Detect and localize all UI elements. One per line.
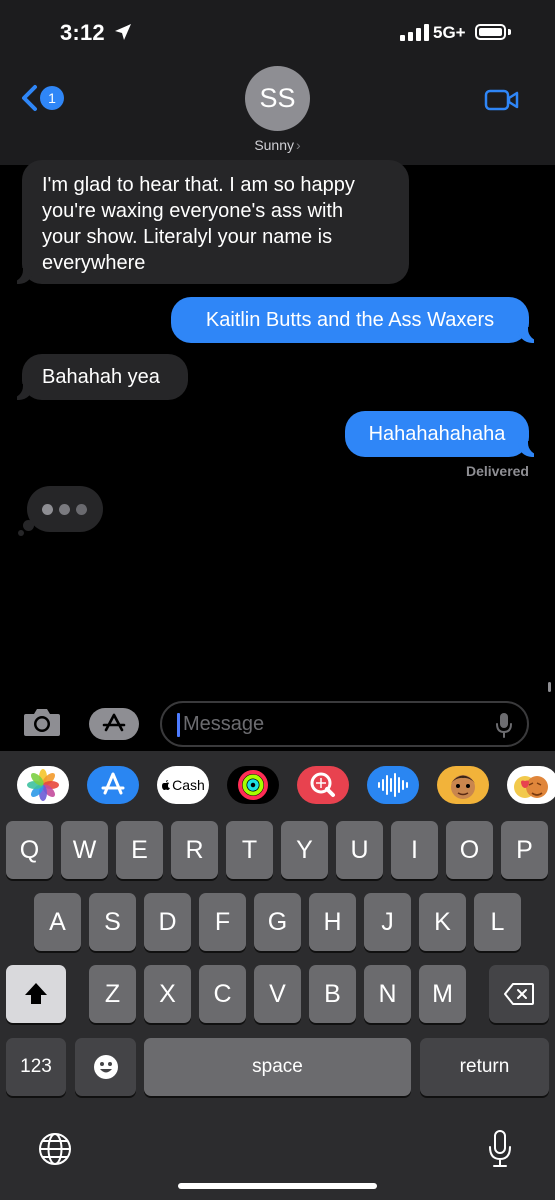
message-text: Hahahahahaha — [368, 423, 506, 445]
apple-logo-icon — [162, 780, 171, 790]
key-s[interactable]: S — [89, 893, 136, 951]
message-bubble-outgoing[interactable]: Hahahahahaha — [345, 411, 540, 457]
delete-icon — [504, 983, 534, 1005]
key-b[interactable]: B — [309, 965, 356, 1023]
status-bar: 3:12 5G+ — [0, 0, 555, 62]
apple-cash-app-icon[interactable]: Cash — [157, 766, 209, 804]
key-p[interactable]: P — [501, 821, 548, 879]
emoji-key[interactable] — [75, 1038, 136, 1096]
memoji-app-icon[interactable] — [437, 766, 489, 804]
avatar[interactable]: SS — [245, 66, 310, 131]
message-text: Bahahah yea — [42, 366, 160, 388]
message-placeholder: Message — [183, 713, 265, 735]
key-g[interactable]: G — [254, 893, 301, 951]
scroll-indicator — [548, 682, 551, 692]
contact-name[interactable]: Sunny › — [0, 137, 555, 153]
conversation-header: 1 SS Sunny › — [0, 62, 555, 165]
memoji-stickers-icon — [514, 776, 548, 798]
message-bubble-incoming[interactable]: Bahahah yea — [11, 354, 188, 400]
image-search-icon — [310, 772, 335, 797]
key-r[interactable]: R — [171, 821, 218, 879]
message-text: Kaitlin Butts and the Ass Waxers — [205, 309, 495, 331]
key-c[interactable]: C — [199, 965, 246, 1023]
audio-waveform-icon — [378, 773, 408, 797]
shift-icon — [25, 983, 47, 1004]
memoji-icon — [451, 775, 475, 799]
key-o[interactable]: O — [446, 821, 493, 879]
key-m[interactable]: M — [419, 965, 466, 1023]
audio-message-app-icon[interactable] — [367, 766, 419, 804]
unread-badge: 1 — [40, 86, 64, 110]
key-u[interactable]: U — [336, 821, 383, 879]
keyboard: Cash Q W E R T Y U I O P A S D F G H J K… — [0, 751, 555, 1200]
network-type: 5G+ — [433, 23, 466, 42]
key-a[interactable]: A — [34, 893, 81, 951]
key-d[interactable]: D — [144, 893, 191, 951]
key-e[interactable]: E — [116, 821, 163, 879]
app-store-icon — [101, 772, 125, 795]
activity-rings-icon — [238, 770, 268, 800]
location-arrow-icon — [115, 24, 131, 40]
battery-icon — [475, 24, 506, 40]
return-key[interactable]: return — [420, 1038, 549, 1096]
key-w[interactable]: W — [61, 821, 108, 879]
photos-app-icon[interactable] — [17, 766, 69, 804]
app-store-app-icon[interactable] — [87, 766, 139, 804]
apple-cash-label: Cash — [172, 777, 205, 793]
memoji-stickers-app-icon[interactable] — [507, 766, 555, 804]
key-t[interactable]: T — [226, 821, 273, 879]
dictation-mic-icon[interactable] — [486, 1129, 514, 1169]
imessage-app-strip: Cash — [0, 751, 555, 819]
numbers-key[interactable]: 123 — [6, 1038, 66, 1096]
message-input[interactable]: Message — [160, 701, 529, 747]
bubble-tail — [518, 327, 540, 343]
delivery-status: Delivered — [465, 463, 529, 479]
bubble-tail — [518, 441, 540, 457]
bubble-tail — [11, 384, 33, 400]
key-z[interactable]: Z — [89, 965, 136, 1023]
key-x[interactable]: X — [144, 965, 191, 1023]
contact-name-label: Sunny — [254, 137, 295, 153]
back-button[interactable]: 1 — [20, 84, 64, 112]
key-n[interactable]: N — [364, 965, 411, 1023]
message-line: I'm glad to hear that. I am so happy — [42, 174, 355, 196]
battery-cap — [508, 29, 511, 35]
text-cursor — [177, 713, 180, 737]
app-store-icon — [102, 713, 126, 732]
microphone-icon[interactable] — [495, 712, 513, 738]
chevron-right-icon: › — [296, 137, 301, 153]
space-key[interactable]: space — [144, 1038, 411, 1096]
key-i[interactable]: I — [391, 821, 438, 879]
key-l[interactable]: L — [474, 893, 521, 951]
key-k[interactable]: K — [419, 893, 466, 951]
message-bubble-incoming[interactable]: I'm glad to hear that. I am so happy you… — [11, 160, 409, 284]
home-indicator[interactable] — [178, 1183, 377, 1189]
key-v[interactable]: V — [254, 965, 301, 1023]
key-h[interactable]: H — [309, 893, 356, 951]
key-q[interactable]: Q — [6, 821, 53, 879]
emoji-icon — [93, 1055, 118, 1079]
message-line: your show. Literalyl your name is — [42, 226, 333, 248]
status-time: 3:12 — [60, 20, 105, 45]
key-y[interactable]: Y — [281, 821, 328, 879]
key-j[interactable]: J — [364, 893, 411, 951]
app-store-button[interactable] — [89, 708, 139, 740]
signal-icon — [400, 23, 429, 41]
message-line: you're waxing everyone's ass with — [42, 200, 344, 222]
delete-key[interactable] — [489, 965, 549, 1023]
photos-icon — [27, 769, 59, 801]
image-search-app-icon[interactable] — [297, 766, 349, 804]
bubble-tail — [11, 268, 33, 284]
typing-indicator — [18, 486, 103, 536]
shift-key[interactable] — [6, 965, 66, 1023]
key-f[interactable]: F — [199, 893, 246, 951]
message-bubble-outgoing[interactable]: Kaitlin Butts and the Ass Waxers — [171, 297, 540, 343]
activity-app-icon[interactable] — [227, 766, 279, 804]
message-line: everywhere — [42, 252, 146, 274]
back-chevron-icon — [22, 85, 37, 111]
globe-icon[interactable] — [37, 1131, 73, 1167]
camera-icon[interactable] — [22, 705, 62, 739]
video-call-icon[interactable] — [484, 88, 520, 112]
